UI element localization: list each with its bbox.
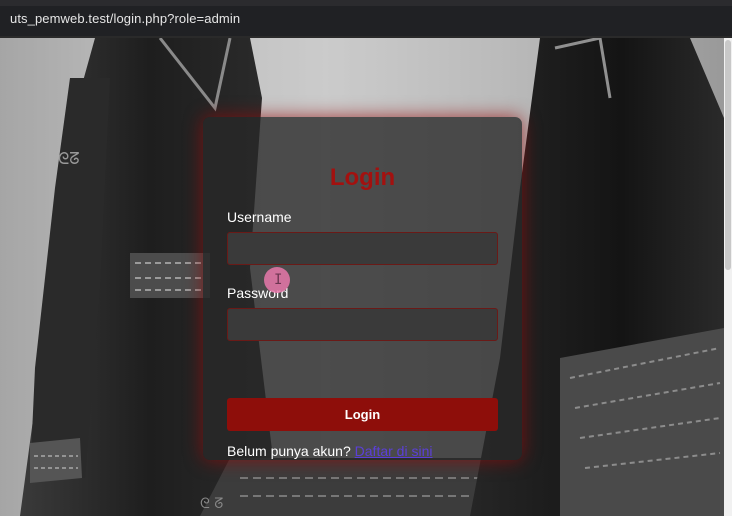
username-input[interactable] xyxy=(227,232,498,265)
password-input[interactable] xyxy=(227,308,498,341)
tab-strip xyxy=(0,0,732,6)
username-label: Username xyxy=(227,209,292,225)
scrollbar-thumb[interactable] xyxy=(725,40,731,270)
text-cursor-highlight: I xyxy=(264,267,290,293)
svg-text:ᘓᘔ: ᘓᘔ xyxy=(58,149,80,168)
register-prompt-line: Belum punya akun? Daftar di sini xyxy=(227,443,432,459)
page-viewport: ᘓᘔ ᘓ ᘔ Login Username Password Login Bel… xyxy=(0,38,724,516)
login-title: Login xyxy=(329,164,396,191)
browser-toolbar: uts_pemweb.test/login.php?role=admin xyxy=(0,0,732,38)
login-button[interactable]: Login xyxy=(227,398,498,431)
svg-text:ᘓ ᘔ: ᘓ ᘔ xyxy=(200,496,223,512)
register-prompt-text: Belum punya akun? xyxy=(227,443,351,459)
text-cursor-icon: I xyxy=(274,272,283,288)
register-link[interactable]: Daftar di sini xyxy=(355,443,433,459)
address-bar-url[interactable]: uts_pemweb.test/login.php?role=admin xyxy=(10,11,240,26)
page-scrollbar[interactable] xyxy=(724,38,732,516)
login-card: Login Username Password Login Belum puny… xyxy=(203,117,522,460)
